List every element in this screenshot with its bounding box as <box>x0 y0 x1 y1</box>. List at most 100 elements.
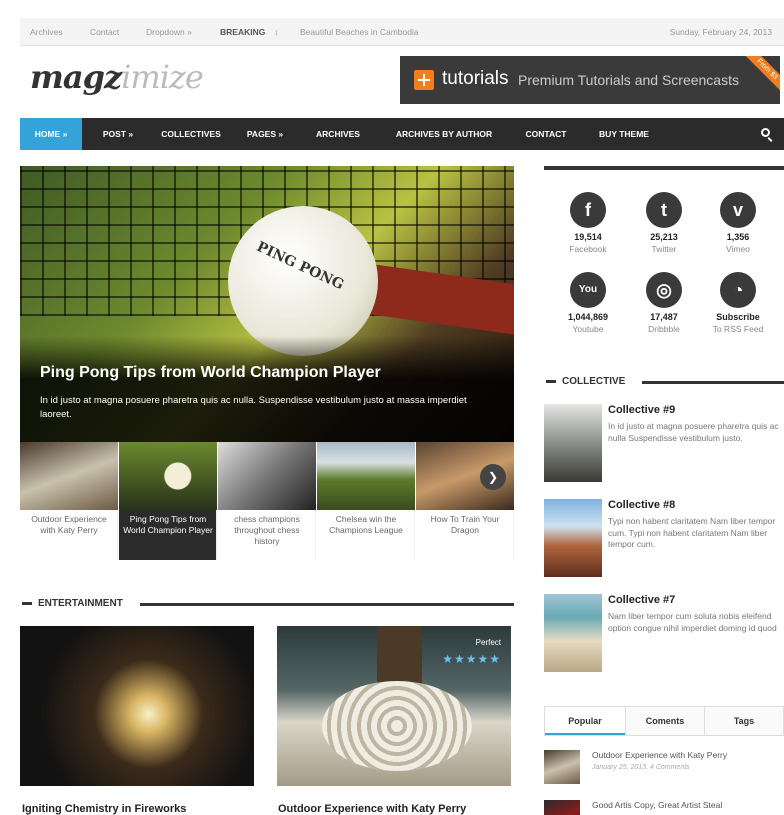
social-rss[interactable]: ◔ Subscribe To RSS Feed <box>698 272 778 334</box>
popular-item[interactable]: Good Artis Copy, Great Artist Steal <box>544 800 784 815</box>
hero-ball <box>228 206 378 356</box>
nav-item-post[interactable]: POST » <box>94 118 142 150</box>
popular-thumbnail <box>544 800 580 815</box>
slider-thumbnails: Outdoor Experience with Katy Perry Ping … <box>20 442 514 560</box>
section-divider <box>140 603 514 606</box>
search-icon[interactable] <box>761 128 770 137</box>
thumbnail-image <box>218 442 316 510</box>
social-twitter[interactable]: t 25,213 Twitter <box>624 192 704 254</box>
section-divider <box>642 381 784 384</box>
social-facebook[interactable]: f 19,514 Facebook <box>548 192 628 254</box>
slider-thumbnail[interactable]: How To Train Your Dragon ❯ <box>416 442 514 560</box>
sidebar-tabs: Popular Coments Tags <box>544 706 784 736</box>
rss-icon: ◔ <box>720 272 756 308</box>
collective-item[interactable]: Collective #7 Nam liber tempor cum solut… <box>544 594 784 674</box>
nav-item-collectives[interactable]: COLLECTIVES <box>154 118 228 150</box>
hero-title[interactable]: Ping Pong Tips from World Champion Playe… <box>40 364 381 382</box>
logo-part-2: imize <box>121 58 204 96</box>
topbar-link-dropdown[interactable]: Dropdown » <box>146 27 192 37</box>
popular-title[interactable]: Good Artis Copy, Great Artist Steal <box>592 800 722 810</box>
tab-tags[interactable]: Tags <box>705 707 783 735</box>
collective-title[interactable]: Collective #8 <box>608 499 675 511</box>
thumbnail-image <box>317 442 415 510</box>
thumbnail-caption: Outdoor Experience with Katy Perry <box>31 514 107 535</box>
slider-thumbnail[interactable]: chess champions throughout chess history <box>218 442 316 560</box>
breaking-news-link[interactable]: Beautiful Beaches in Cambodia <box>300 27 419 37</box>
dribbble-icon: ◎ <box>646 272 682 308</box>
social-name: Facebook <box>569 244 607 254</box>
nav-item-archives[interactable]: ARCHIVES <box>310 118 366 150</box>
sidebar-divider <box>544 166 784 170</box>
facebook-icon: f <box>570 192 606 228</box>
vimeo-icon: v <box>720 192 756 228</box>
dash-icon <box>22 601 32 605</box>
social-vimeo[interactable]: v 1,356 Vimeo <box>698 192 778 254</box>
social-count: Subscribe <box>716 312 760 322</box>
rating-label: Perfect <box>475 638 501 647</box>
social-youtube[interactable]: You 1,044,869 Youtube <box>548 272 628 334</box>
slider-thumbnail[interactable]: Chelsea win the Champions League <box>317 442 415 560</box>
collective-thumbnail <box>544 404 602 482</box>
social-name: To RSS Feed <box>712 324 764 334</box>
social-count: 25,213 <box>650 232 678 242</box>
topbar-link-archives[interactable]: Archives <box>30 27 63 37</box>
social-dribbble[interactable]: ◎ 17,487 Dribbble <box>624 272 704 334</box>
banner-tagline: Premium Tutorials and Screencasts <box>518 72 739 88</box>
thumbnail-caption: Chelsea win the Champions League <box>329 514 403 535</box>
entertainment-heading: ENTERTAINMENT <box>22 598 123 609</box>
slider-thumbnail[interactable]: Outdoor Experience with Katy Perry <box>20 442 118 560</box>
collective-item[interactable]: Collective #9 In id justo at magna posue… <box>544 404 784 484</box>
twitter-icon: t <box>646 192 682 228</box>
popular-title[interactable]: Outdoor Experience with Katy Perry <box>592 750 727 760</box>
collective-heading-text: COLLECTIVE <box>562 376 626 387</box>
logo-part-1: magz <box>30 58 122 96</box>
collective-item[interactable]: Collective #8 Typi non habent claritatem… <box>544 499 784 579</box>
tutorials-banner[interactable]: tutorials Premium Tutorials and Screenca… <box>400 56 780 104</box>
collective-desc: Typi non habent claritatem Nam liber tem… <box>608 516 776 549</box>
hero-caption-shade <box>20 336 514 442</box>
entertainment-post-image[interactable] <box>20 626 254 786</box>
slider-thumbnail-active[interactable]: Ping Pong Tips from World Champion Playe… <box>119 442 217 560</box>
nav-item-buy-theme[interactable]: BUY THEME <box>590 118 658 150</box>
social-name: Twitter <box>651 244 677 254</box>
banner-word: tutorials <box>442 68 509 89</box>
hero-slider[interactable]: PING PONG Ping Pong Tips from World Cham… <box>20 166 514 442</box>
dash-icon <box>546 379 556 383</box>
collective-desc: Nam liber tempor cum soluta nobis eleife… <box>608 611 777 633</box>
collective-title[interactable]: Collective #7 <box>608 594 675 606</box>
collective-title[interactable]: Collective #9 <box>608 404 675 416</box>
tab-popular[interactable]: Popular <box>545 707 625 735</box>
main-nav: HOME » POST » COLLECTIVES PAGES » ARCHIV… <box>20 118 784 150</box>
youtube-icon: You <box>570 272 606 308</box>
nav-item-contact[interactable]: CONTACT <box>516 118 576 150</box>
entertainment-post-title[interactable]: Outdoor Experience with Katy Perry <box>278 803 466 815</box>
popular-thumbnail <box>544 750 580 784</box>
next-arrow-icon[interactable]: ❯ <box>480 464 506 490</box>
breaking-label: BREAKING <box>220 27 266 37</box>
thumbnail-caption: chess champions throughout chess history <box>234 514 300 546</box>
collective-thumbnail <box>544 499 602 577</box>
nav-item-home[interactable]: HOME » <box>20 118 82 150</box>
social-name: Vimeo <box>726 244 750 254</box>
social-count: 17,487 <box>650 312 678 322</box>
thumbnail-image <box>20 442 118 510</box>
thumbnail-caption: How To Train Your Dragon <box>430 514 500 535</box>
breaking-arrows-icon[interactable]: ↕ <box>274 27 278 37</box>
nav-item-pages[interactable]: PAGES » <box>240 118 290 150</box>
collective-thumbnail <box>544 594 602 672</box>
social-count: 1,044,869 <box>567 312 609 322</box>
social-name: Dribbble <box>648 324 680 334</box>
topbar-link-contact[interactable]: Contact <box>90 27 119 37</box>
banner-corner-ribbon: From $3 <box>735 56 780 101</box>
tab-comments[interactable]: Coments <box>626 707 704 735</box>
entertainment-post-title[interactable]: Igniting Chemistry in Fireworks <box>22 803 186 815</box>
social-count: 19,514 <box>574 232 602 242</box>
popular-item[interactable]: Outdoor Experience with Katy Perry Janua… <box>544 750 784 790</box>
nav-item-archives-by-author[interactable]: ARCHIVES BY AUTHOR <box>384 118 504 150</box>
entertainment-post-image[interactable]: Perfect ★★★★★ <box>277 626 511 786</box>
star-rating-icon: ★★★★★ <box>442 652 501 666</box>
thumbnail-caption: Ping Pong Tips from World Champion Playe… <box>123 514 213 535</box>
popular-meta: January 25, 2013, 4 Comments <box>592 764 690 771</box>
social-count: 1,356 <box>726 232 750 242</box>
site-logo[interactable]: magzimize <box>30 58 204 96</box>
